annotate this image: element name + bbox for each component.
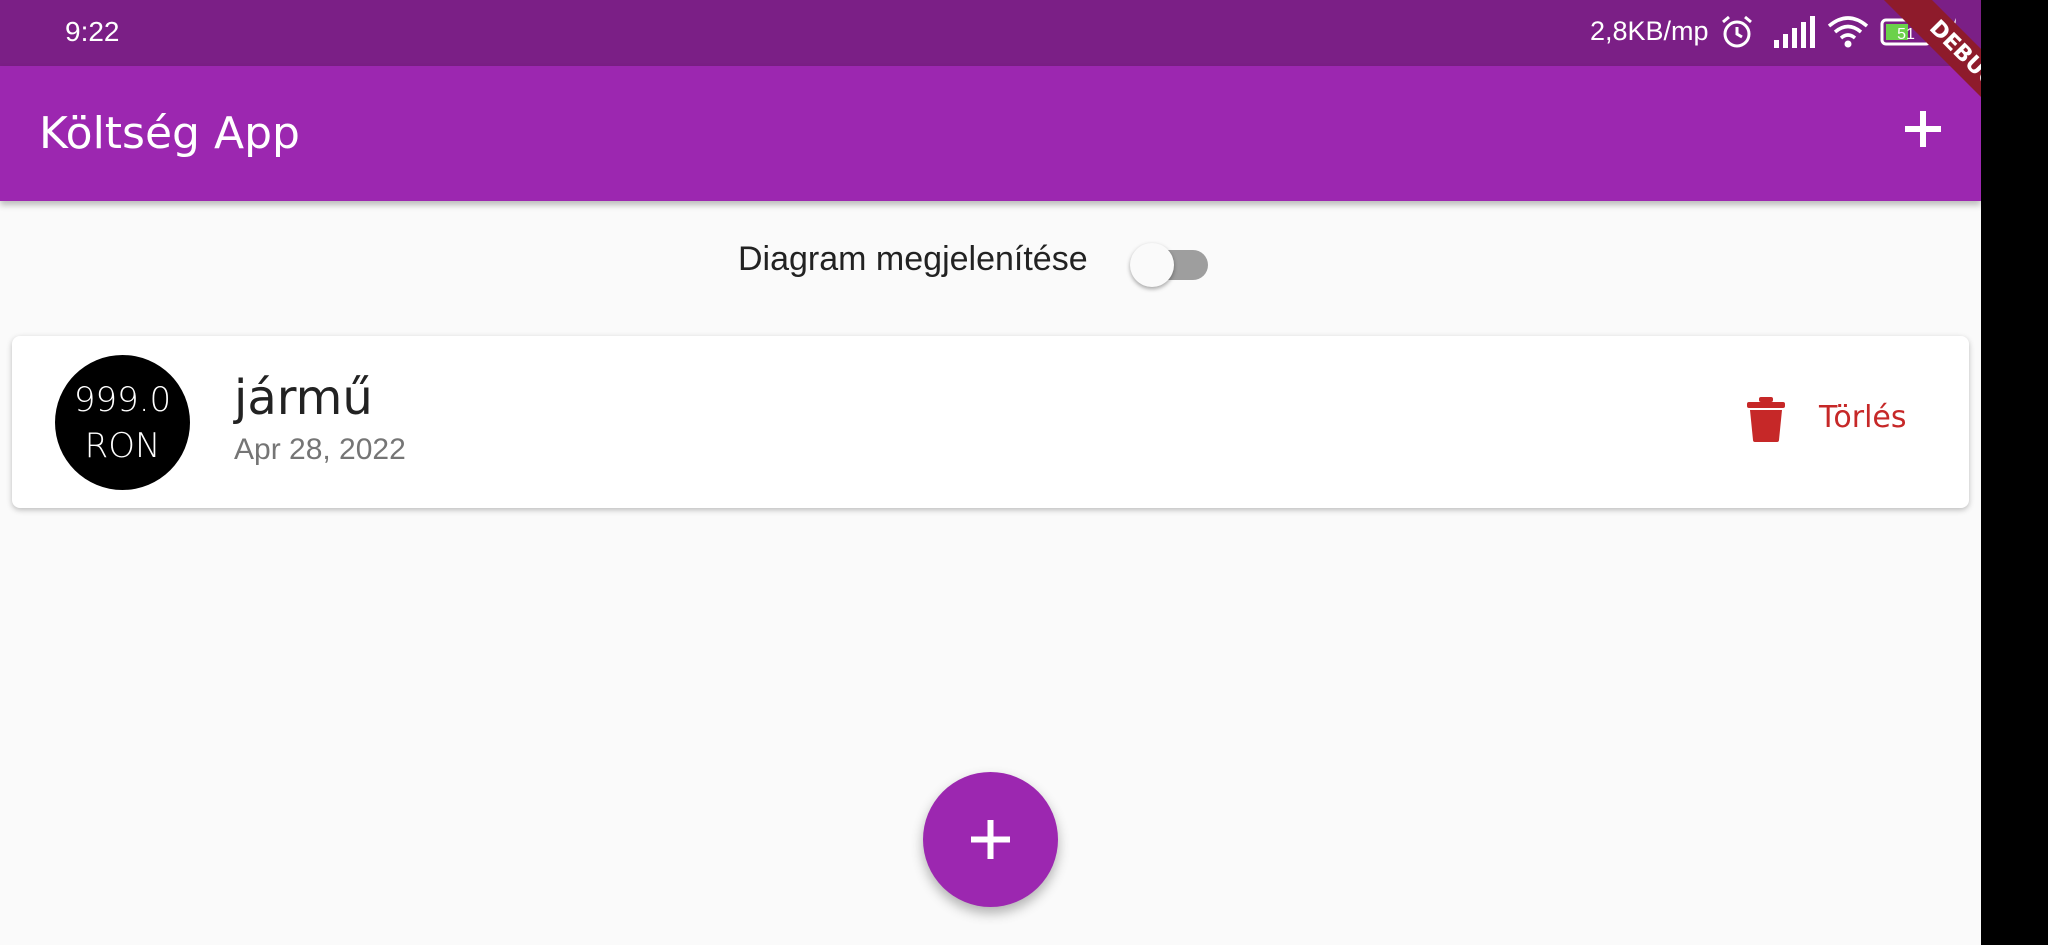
transaction-date: Apr 28, 2022 — [234, 433, 406, 466]
app-bar: Költség App — [0, 66, 1981, 201]
status-bar: 9:22 2,8KB/mp 51 — [0, 0, 1981, 66]
network-speed: 2,8KB/mp — [1590, 16, 1709, 46]
add-icon[interactable] — [1900, 106, 1946, 152]
wifi-icon — [1827, 16, 1869, 48]
delete-button[interactable]: Törlés — [1732, 386, 1912, 450]
switch-thumb[interactable] — [1130, 243, 1174, 287]
amount-currency: RON — [84, 426, 161, 466]
amount-value: 999.0 — [73, 380, 172, 420]
app-screen: 9:22 2,8KB/mp 51 Költség App DEBUG Diagr… — [0, 0, 1981, 945]
screen-edge — [1981, 0, 2048, 945]
delete-label[interactable]: Törlés — [1819, 400, 1907, 435]
charging-icon — [1949, 18, 1961, 46]
app-title: Költség App — [39, 108, 300, 159]
status-time: 9:22 — [65, 16, 120, 47]
battery-icon: 51 — [1880, 18, 1935, 46]
signal-icon — [1774, 16, 1815, 48]
chart-toggle-switch[interactable] — [1130, 241, 1212, 287]
battery-level: 51 — [1897, 26, 1915, 43]
alarm-icon — [1722, 15, 1752, 48]
transaction-title: jármű — [234, 370, 373, 426]
amount-avatar: 999.0 RON — [55, 355, 190, 490]
transaction-card: 999.0 RON jármű Apr 28, 2022 Törlés — [12, 336, 1969, 508]
chart-toggle-label: Diagram megjelenítése — [738, 240, 1088, 278]
add-transaction-fab[interactable] — [923, 772, 1058, 907]
add-icon — [971, 820, 1010, 859]
trash-icon — [1747, 397, 1785, 442]
